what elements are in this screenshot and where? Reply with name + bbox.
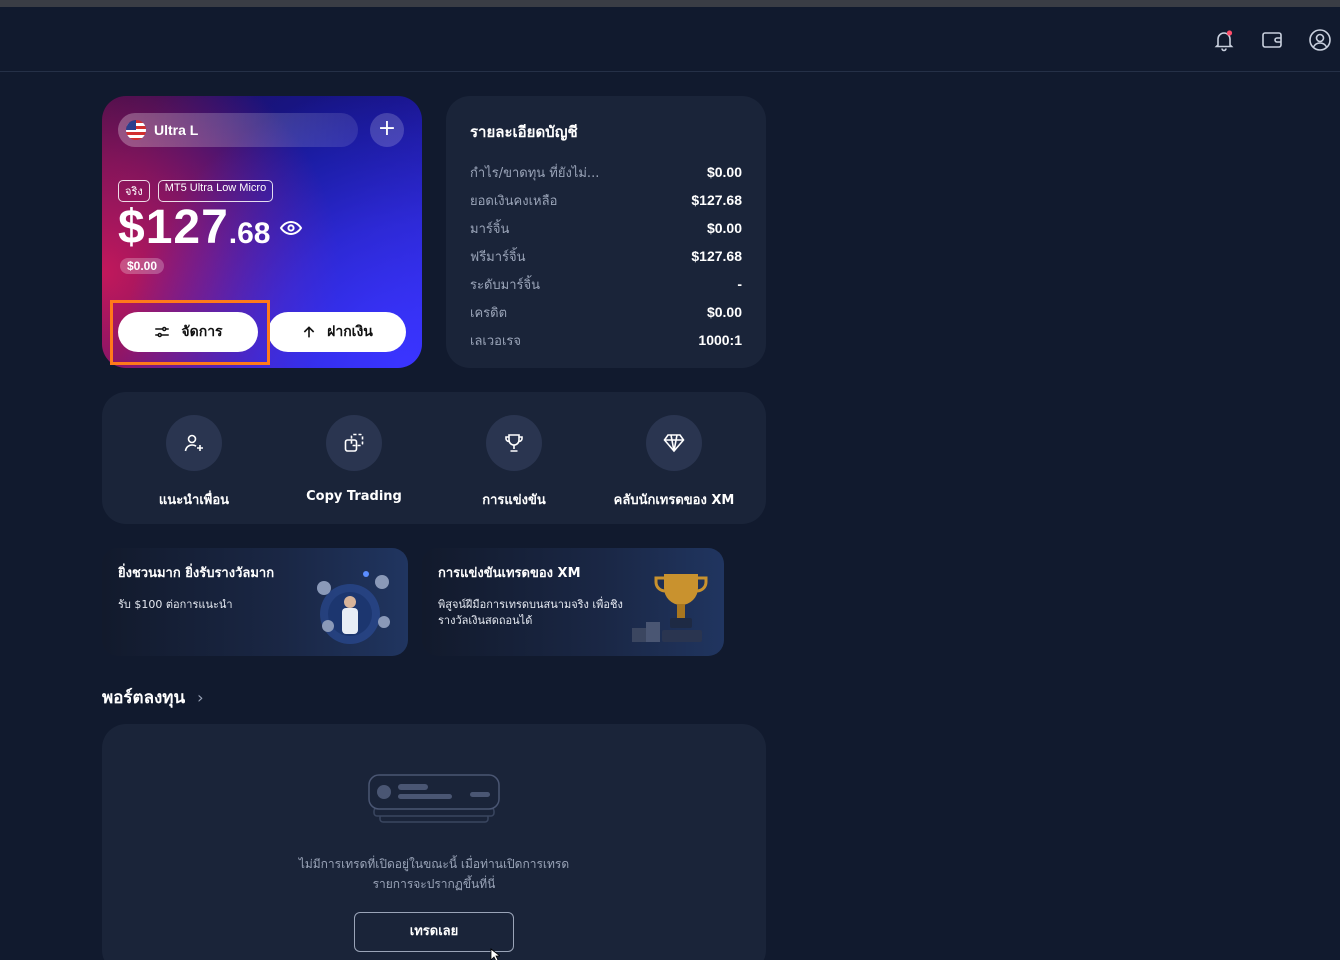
detail-label: มาร์จิ้น xyxy=(470,221,510,237)
window-top-strip xyxy=(0,0,1340,7)
deposit-button[interactable]: ฝากเงิน xyxy=(268,312,406,352)
detail-label: กำไร/ขาดทุน ที่ยังไม่... xyxy=(470,165,600,181)
qa-label: Copy Trading xyxy=(306,489,402,504)
detail-value: $0.00 xyxy=(706,304,742,320)
qa-label: การแข่งขัน xyxy=(482,493,546,508)
trophy-icon xyxy=(505,434,523,452)
add-user-icon xyxy=(184,434,203,452)
account-name: Ultra L xyxy=(154,122,199,138)
promo-competition[interactable]: การแข่งขันเทรดของ XM พิสูจน์ฝีมือการเทรด… xyxy=(422,548,724,656)
detail-row: ยอดเงินคงเหลือ $127.68 xyxy=(470,186,742,214)
diamond-icon xyxy=(663,434,685,453)
bell-icon[interactable] xyxy=(1211,27,1237,53)
account-balance: $127 .68 xyxy=(118,200,303,255)
empty-portfolio-text: ไม่มีการเทรดที่เปิดอยู่ในขณะนี้ เมื่อท่า… xyxy=(102,854,766,894)
account-tags: จริง MT5 Ultra Low Micro xyxy=(118,180,274,202)
account-details-title: รายละเอียดบัญชี xyxy=(470,123,578,141)
detail-value: $0.00 xyxy=(706,164,742,180)
chevron-right-icon: › xyxy=(197,688,204,707)
portfolio-title: พอร์ตลงทุน xyxy=(102,688,186,708)
empty-text-line: รายการจะปรากฏขึ้นที่นี่ xyxy=(372,877,496,891)
qa-icon-circle xyxy=(646,415,702,471)
qa-icon-circle xyxy=(486,415,542,471)
detail-row: กำไร/ขาดทุน ที่ยังไม่... $0.00 xyxy=(470,158,742,186)
us-flag-icon xyxy=(126,120,146,140)
detail-value: - xyxy=(737,276,742,292)
refer-friend-action[interactable]: แนะนำเพื่อน xyxy=(114,392,274,524)
trophy-illustration xyxy=(632,574,708,642)
sub-balance-badge: $0.00 xyxy=(120,258,165,274)
detail-label: ยอดเงินคงเหลือ xyxy=(470,193,558,209)
qa-label: คลับนักเทรดของ XM xyxy=(613,493,735,508)
detail-value: $127.68 xyxy=(691,248,742,264)
detail-row: เลเวอเรจ 1000:1 xyxy=(470,326,742,354)
profile-icon[interactable] xyxy=(1307,27,1333,53)
portfolio-card: ไม่มีการเทรดที่เปิดอยู่ในขณะนี้ เมื่อท่า… xyxy=(102,724,766,960)
competition-action[interactable]: การแข่งขัน xyxy=(434,392,594,524)
detail-label: ระดับมาร์จิ้น xyxy=(470,277,541,293)
empty-trades-illustration xyxy=(368,774,500,823)
referral-illustration xyxy=(317,571,390,644)
xm-club-action[interactable]: คลับนักเทรดของ XM xyxy=(594,392,754,524)
quick-actions-card: แนะนำเพื่อน Copy Trading การแข่งขัน คลับ… xyxy=(102,392,766,524)
account-type-tag: จริง xyxy=(118,180,150,202)
copy-trading-action[interactable]: Copy Trading xyxy=(274,392,434,524)
trade-now-button[interactable]: เทรดเลย xyxy=(354,912,514,952)
promo-referral[interactable]: ยิ่งชวนมาก ยิ่งรับรางวัลมาก รับ $100 ต่อ… xyxy=(102,548,408,656)
arrow-up-icon xyxy=(303,326,315,338)
detail-label: เครดิต xyxy=(470,305,508,321)
detail-value: $0.00 xyxy=(706,220,742,236)
detail-row: ระดับมาร์จิ้น - xyxy=(470,270,742,298)
wallet-icon[interactable] xyxy=(1259,27,1285,53)
account-selector[interactable]: Ultra L xyxy=(118,113,358,147)
detail-row: ฟรีมาร์จิ้น $127.68 xyxy=(470,242,742,270)
portfolio-title-link[interactable]: พอร์ตลงทุน › xyxy=(102,684,204,711)
detail-label: ฟรีมาร์จิ้น xyxy=(470,249,526,265)
detail-row: เครดิต $0.00 xyxy=(470,298,742,326)
balance-cents: .68 xyxy=(228,217,271,250)
empty-text-line: ไม่มีการเทรดที่เปิดอยู่ในขณะนี้ เมื่อท่า… xyxy=(298,857,570,871)
detail-value: 1000:1 xyxy=(698,332,742,348)
detail-label: เลเวอเรจ xyxy=(470,333,522,349)
mouse-cursor-icon xyxy=(490,948,500,960)
qa-label: แนะนำเพื่อน xyxy=(158,493,230,508)
detail-value: $127.68 xyxy=(691,192,742,208)
qa-icon-circle xyxy=(326,415,382,471)
deposit-button-label: ฝากเงิน xyxy=(327,324,373,340)
top-bar xyxy=(0,7,1340,72)
manage-button-highlight xyxy=(110,300,270,365)
add-account-button[interactable]: + xyxy=(370,113,404,147)
copy-icon xyxy=(344,433,364,452)
qa-icon-circle xyxy=(166,415,222,471)
eye-icon[interactable] xyxy=(279,216,303,240)
account-details-card: รายละเอียดบัญชี กำไร/ขาดทุน ที่ยังไม่...… xyxy=(446,96,766,368)
balance-main: $127 xyxy=(118,201,229,254)
account-platform-tag: MT5 Ultra Low Micro xyxy=(157,180,274,202)
detail-row: มาร์จิ้น $0.00 xyxy=(470,214,742,242)
promo-text: พิสูจน์ฝีมือการเทรดบนสนามจริง เพื่อชิงรา… xyxy=(438,598,623,627)
